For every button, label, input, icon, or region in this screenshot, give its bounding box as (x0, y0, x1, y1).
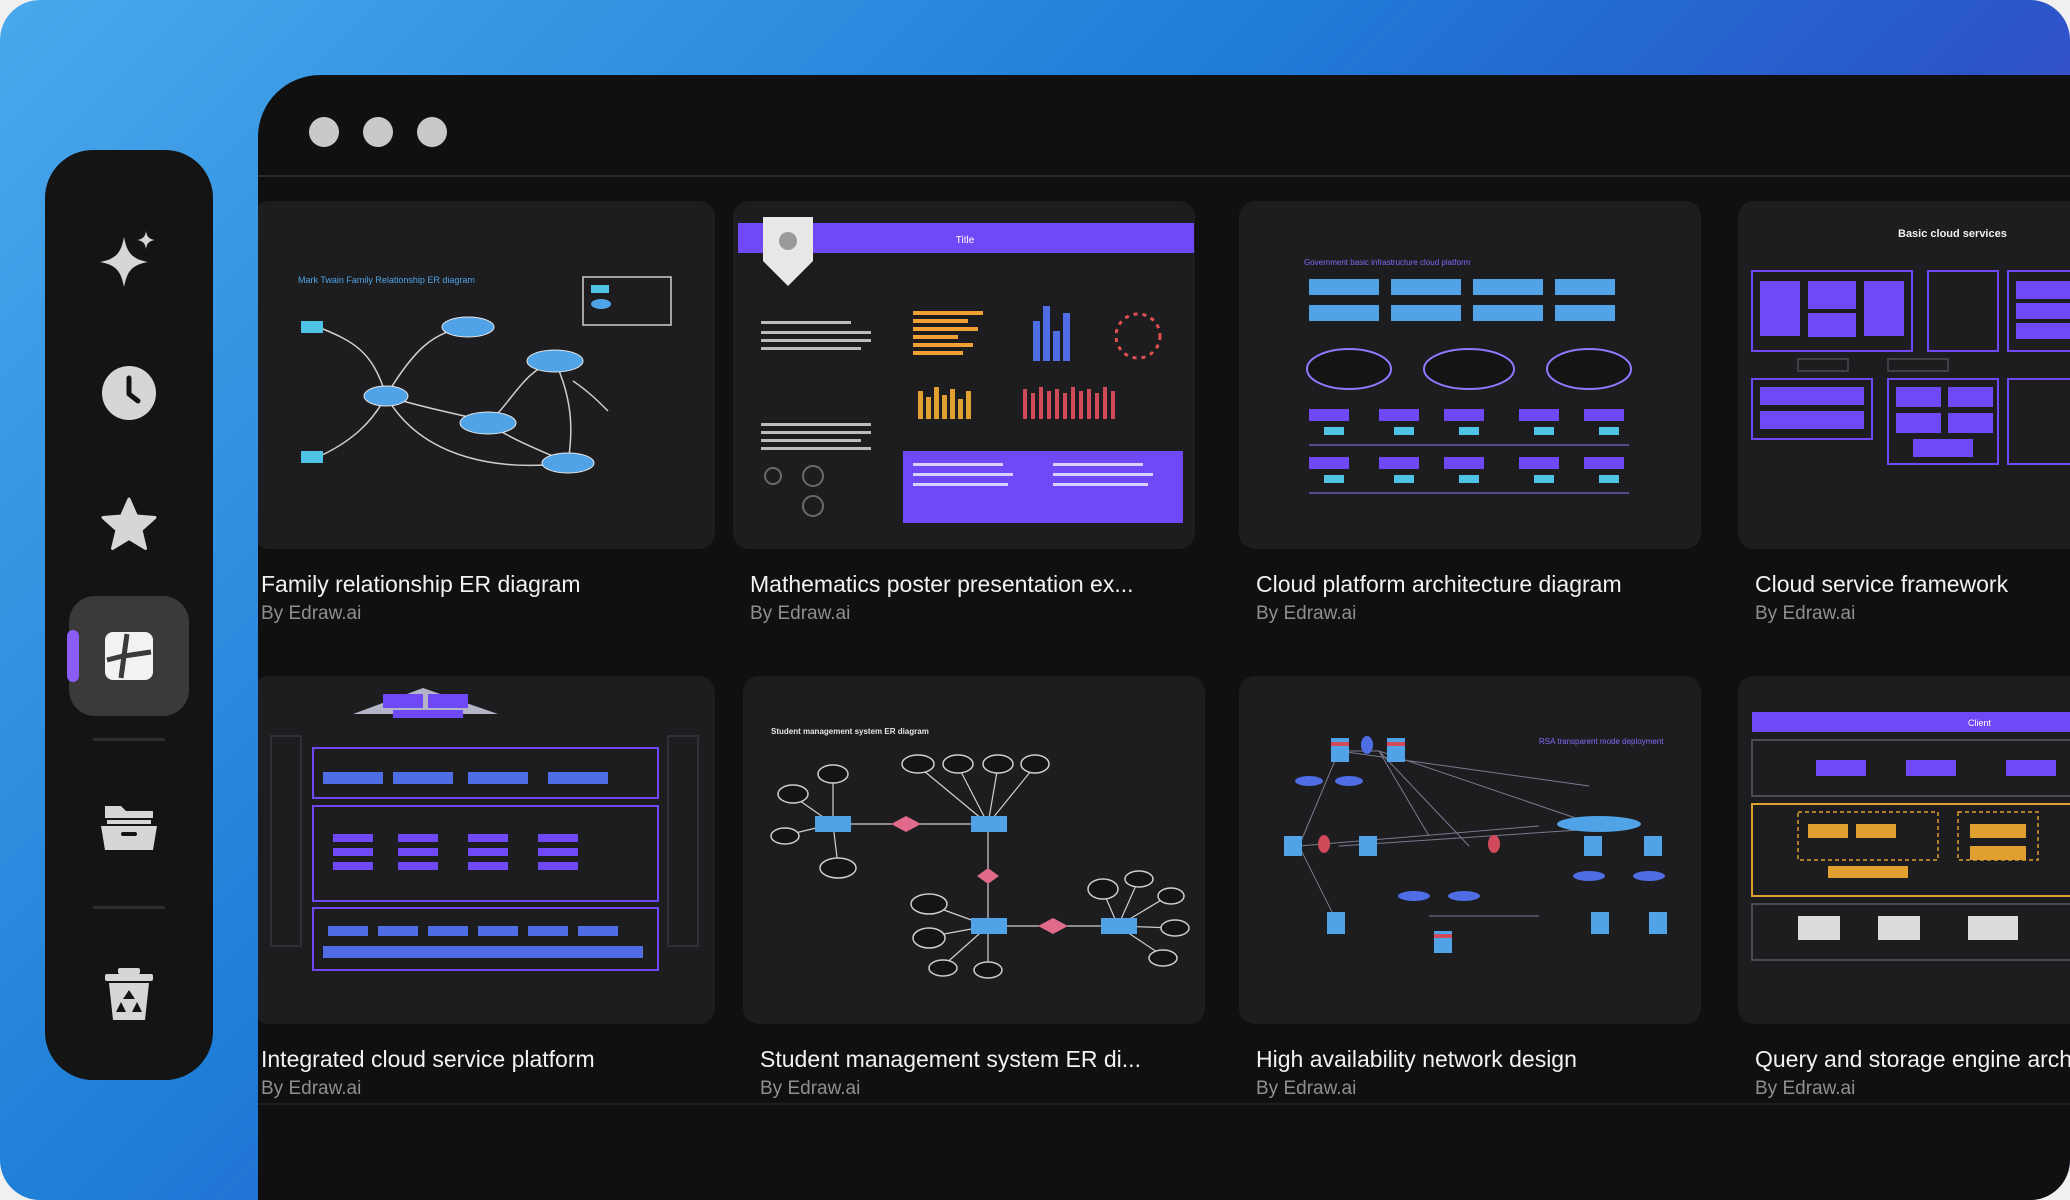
sidebar-item-favorites[interactable] (69, 465, 189, 585)
template-author: By Edraw.ai (1256, 1078, 1357, 1099)
sidebar-item-templates[interactable] (67, 596, 189, 716)
template-window: Mark Twain Family Relationship ER diagra… (258, 75, 2070, 1200)
sidebar-item-trash[interactable] (69, 935, 189, 1055)
sidebar-divider (93, 906, 165, 909)
sidebar-item-ai[interactable] (69, 202, 189, 322)
thumb-title: Government basic infrastructure cloud pl… (1304, 258, 1471, 267)
template-title[interactable]: Student management system ER di... (760, 1046, 1141, 1073)
active-indicator (67, 630, 79, 682)
template-thumbnail[interactable]: Mark Twain Family Relationship ER diagra… (258, 201, 715, 549)
template-author: By Edraw.ai (750, 603, 851, 624)
template-title[interactable]: Cloud platform architecture diagram (1256, 571, 1622, 598)
template-thumbnail[interactable]: Basic cloud services (1738, 201, 2070, 549)
template-author: By Edraw.ai (261, 603, 362, 624)
window-dot-minimize[interactable] (363, 117, 393, 147)
sidebar-divider (93, 738, 165, 741)
sidebar-item-files[interactable] (69, 766, 189, 886)
star-icon (101, 497, 157, 550)
template-thumbnail[interactable]: Student management system ER diagram (743, 676, 1205, 1024)
template-author: By Edraw.ai (1755, 603, 1856, 624)
recycle-bin-icon (105, 968, 153, 1020)
sparkle-icon (100, 231, 155, 287)
template-title[interactable]: High availability network design (1256, 1046, 1577, 1073)
sidebar-item-recent[interactable] (69, 333, 189, 453)
folder-icon (101, 806, 157, 850)
template-title[interactable]: Query and storage engine archi (1755, 1046, 2070, 1073)
thumb-title: Title (956, 235, 975, 246)
app-background: Mark Twain Family Relationship ER diagra… (0, 0, 2070, 1200)
template-author: By Edraw.ai (261, 1078, 362, 1099)
title-bar (258, 75, 2070, 177)
thumb-title: Basic cloud services (1898, 228, 2007, 240)
template-thumbnail[interactable]: Client (1738, 676, 2070, 1024)
template-author: By Edraw.ai (1256, 603, 1357, 624)
template-author: By Edraw.ai (1755, 1078, 1856, 1099)
divider (258, 1103, 2070, 1105)
template-title[interactable]: Mathematics poster presentation ex... (750, 571, 1134, 598)
thumb-title: Mark Twain Family Relationship ER diagra… (298, 275, 475, 285)
clock-icon (102, 366, 156, 420)
thumb-title: Student management system ER diagram (771, 727, 929, 736)
template-thumbnail[interactable]: Title (733, 201, 1195, 549)
template-author: By Edraw.ai (760, 1078, 861, 1099)
template-title[interactable]: Cloud service framework (1755, 571, 2008, 598)
templates-icon (105, 632, 153, 680)
template-thumbnail[interactable] (258, 676, 715, 1024)
template-title[interactable]: Family relationship ER diagram (261, 571, 581, 598)
template-thumbnail[interactable]: Government basic infrastructure cloud pl… (1239, 201, 1701, 549)
thumb-title: Client (1968, 718, 1992, 728)
template-thumbnail[interactable]: RSA transparent mode deployment (1239, 676, 1701, 1024)
sidebar (45, 150, 213, 1080)
template-title[interactable]: Integrated cloud service platform (261, 1046, 595, 1073)
thumb-title: RSA transparent mode deployment (1539, 737, 1664, 746)
window-dot-close[interactable] (309, 117, 339, 147)
window-dot-maximize[interactable] (417, 117, 447, 147)
